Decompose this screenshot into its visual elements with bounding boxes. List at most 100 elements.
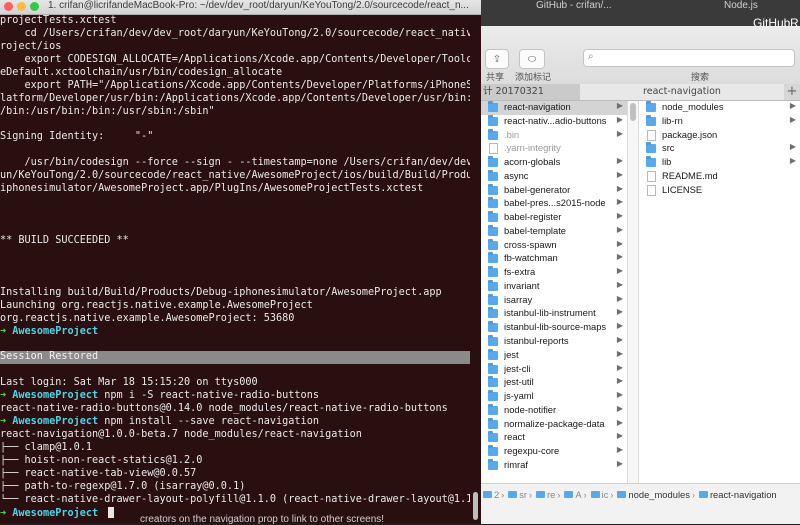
window-controls (4, 2, 39, 11)
zoom-window-button[interactable] (30, 2, 39, 11)
column-scrollbar[interactable] (628, 101, 639, 483)
folder-item[interactable]: cross-spawn ▶ (481, 238, 627, 253)
folder-item[interactable]: async ▶ (481, 169, 627, 184)
folder-item[interactable]: fb-watchman ▶ (481, 252, 627, 266)
folder-item[interactable]: fs-extra ▶ (481, 266, 627, 280)
terminal-line: Signing Identity: "-" (0, 131, 154, 143)
chevron-right-icon: ▶ (616, 445, 623, 455)
folder-item[interactable]: react ▶ (481, 431, 627, 445)
folder-icon (488, 458, 498, 470)
path-segment[interactable]: sr › (508, 489, 534, 500)
add-tag-button[interactable]: ⬭ (519, 49, 545, 69)
terminal-titlebar[interactable]: 1. crifan@licrifandeMacBook-Pro: ~/dev/d… (0, 0, 481, 15)
item-name: package.json (662, 128, 718, 140)
folder-item[interactable]: istanbul-lib-instrument ▶ (481, 307, 627, 321)
folder-item[interactable]: node-notifier ▶ (481, 403, 627, 418)
finder-window[interactable]: ⇪ 共享 ⬭ 添加标记 ⌕ 搜索 计 20170321 react-naviga… (481, 26, 800, 524)
folder-item[interactable]: js-yaml ▶ (481, 390, 627, 404)
file-item[interactable]: .yarn-integrity (481, 142, 627, 156)
folder-item[interactable]: react-nativ...adio-buttons ▶ (481, 114, 627, 129)
terminal-scrollbar[interactable] (472, 16, 479, 521)
add-tab-button[interactable]: + (784, 84, 800, 100)
folder-item[interactable]: istanbul-reports ▶ (481, 335, 627, 349)
path-segment[interactable]: A › (564, 489, 588, 500)
search-field[interactable]: ⌕ (583, 49, 796, 71)
folder-item[interactable]: lib-rn ▶ (639, 114, 800, 129)
folder-item[interactable]: jest-util ▶ (481, 376, 627, 390)
file-item[interactable]: LICENSE (639, 184, 800, 198)
tab-react-navigation[interactable]: react-navigation (580, 84, 784, 100)
folder-item[interactable]: babel-pres...s2015-node ▶ (481, 197, 627, 211)
tab-previous[interactable]: 计 20170321 (481, 84, 582, 100)
chevron-right-icon: › (691, 489, 695, 500)
finder-column-node-modules[interactable]: react-navigation ▶ react-nativ...adio-butt… (481, 101, 628, 483)
folder-icon (488, 169, 498, 181)
search-input[interactable] (602, 54, 796, 71)
folder-icon (488, 252, 498, 264)
finder-column-react-navigation[interactable]: node_modules ▶ lib-rn ▶ package.json src ▶ lib ▶… (639, 101, 800, 483)
folder-item[interactable]: babel-generator ▶ (481, 183, 627, 198)
terminal-line: org.reactjs.native.example.AwesomeProjec… (0, 312, 295, 324)
share-button[interactable]: ⇪ (485, 49, 509, 69)
folder-icon (564, 491, 574, 498)
folder-item[interactable]: lib ▶ (639, 156, 800, 170)
terminal-line: react-navigation@1.0.0-beta.7 node_modul… (0, 429, 362, 440)
folder-item[interactable]: normalize-package-data ▶ (481, 417, 627, 432)
folder-item[interactable]: react-navigation ▶ (481, 101, 627, 115)
prompt-directory: AwesomeProject (12, 416, 99, 428)
folder-icon (488, 279, 498, 291)
terminal-line: cd /Users/crifan/dev/dev_root/daryun/KeY… (24, 27, 470, 39)
file-item[interactable]: README.md (639, 170, 800, 184)
chevron-right-icon: ▶ (789, 142, 796, 152)
folder-item[interactable]: invariant ▶ (481, 279, 627, 294)
folder-item[interactable]: regexpu-core ▶ (481, 445, 627, 459)
folder-item[interactable]: jest ▶ (481, 348, 627, 363)
folder-item[interactable]: jest-cli ▶ (481, 362, 627, 377)
item-name: babel-generator (504, 183, 571, 195)
folder-item[interactable]: istanbul-lib-source-maps ▶ (481, 321, 627, 335)
terminal-line: Installing build/Build/Products/Debug-ip… (0, 286, 442, 298)
item-name: jest-util (504, 376, 534, 388)
folder-icon (488, 348, 498, 360)
folder-item[interactable]: node_modules ▶ (639, 101, 800, 115)
terminal-scrollbar-thumb[interactable] (473, 492, 478, 520)
item-name: node_modules (662, 101, 724, 112)
folder-icon (590, 491, 600, 498)
folder-icon (488, 128, 498, 140)
folder-item[interactable]: src ▶ (639, 142, 800, 156)
path-segment[interactable]: react-navigation (698, 489, 777, 500)
folder-item[interactable]: .bin ▶ (481, 128, 627, 143)
column-scrollbar-thumb[interactable] (630, 103, 636, 121)
minimize-window-button[interactable] (17, 2, 26, 11)
chevron-right-icon: ▶ (616, 128, 623, 138)
folder-item[interactable]: rimraf ▶ (481, 458, 627, 473)
terminal-output[interactable]: projectTests.xctest cd /Users/crifan/dev… (0, 15, 470, 523)
path-segment[interactable]: node_modules › (617, 489, 697, 500)
prompt-directory: AwesomeProject (12, 507, 99, 519)
path-segment[interactable]: ic › (590, 489, 616, 500)
file-item[interactable]: package.json (639, 129, 800, 143)
terminal-line: un/KeYouTong/2.0/sourcecode/react_native… (0, 170, 470, 182)
item-name: rimraf (504, 458, 528, 470)
chevron-right-icon: › (501, 489, 505, 500)
folder-item[interactable]: acorn-globals ▶ (481, 156, 627, 170)
folder-item[interactable]: babel-register ▶ (481, 211, 627, 225)
item-name: regexpu-core (504, 445, 560, 457)
item-name: invariant (504, 279, 540, 291)
document-icon (489, 143, 498, 155)
path-segment[interactable]: 2 › (483, 489, 506, 500)
chevron-right-icon: ▶ (616, 362, 623, 372)
chevron-right-icon: ▶ (616, 321, 623, 331)
path-segment[interactable]: re › (536, 489, 562, 500)
folder-item[interactable]: babel-template ▶ (481, 224, 627, 239)
close-window-button[interactable] (4, 2, 13, 11)
terminal-window[interactable]: 1. crifan@licrifandeMacBook-Pro: ~/dev/d… (0, 0, 481, 525)
chevron-right-icon: ▶ (616, 169, 623, 179)
folder-icon (483, 491, 492, 498)
folder-icon (488, 266, 498, 278)
folder-item[interactable]: isarray ▶ (481, 293, 627, 308)
